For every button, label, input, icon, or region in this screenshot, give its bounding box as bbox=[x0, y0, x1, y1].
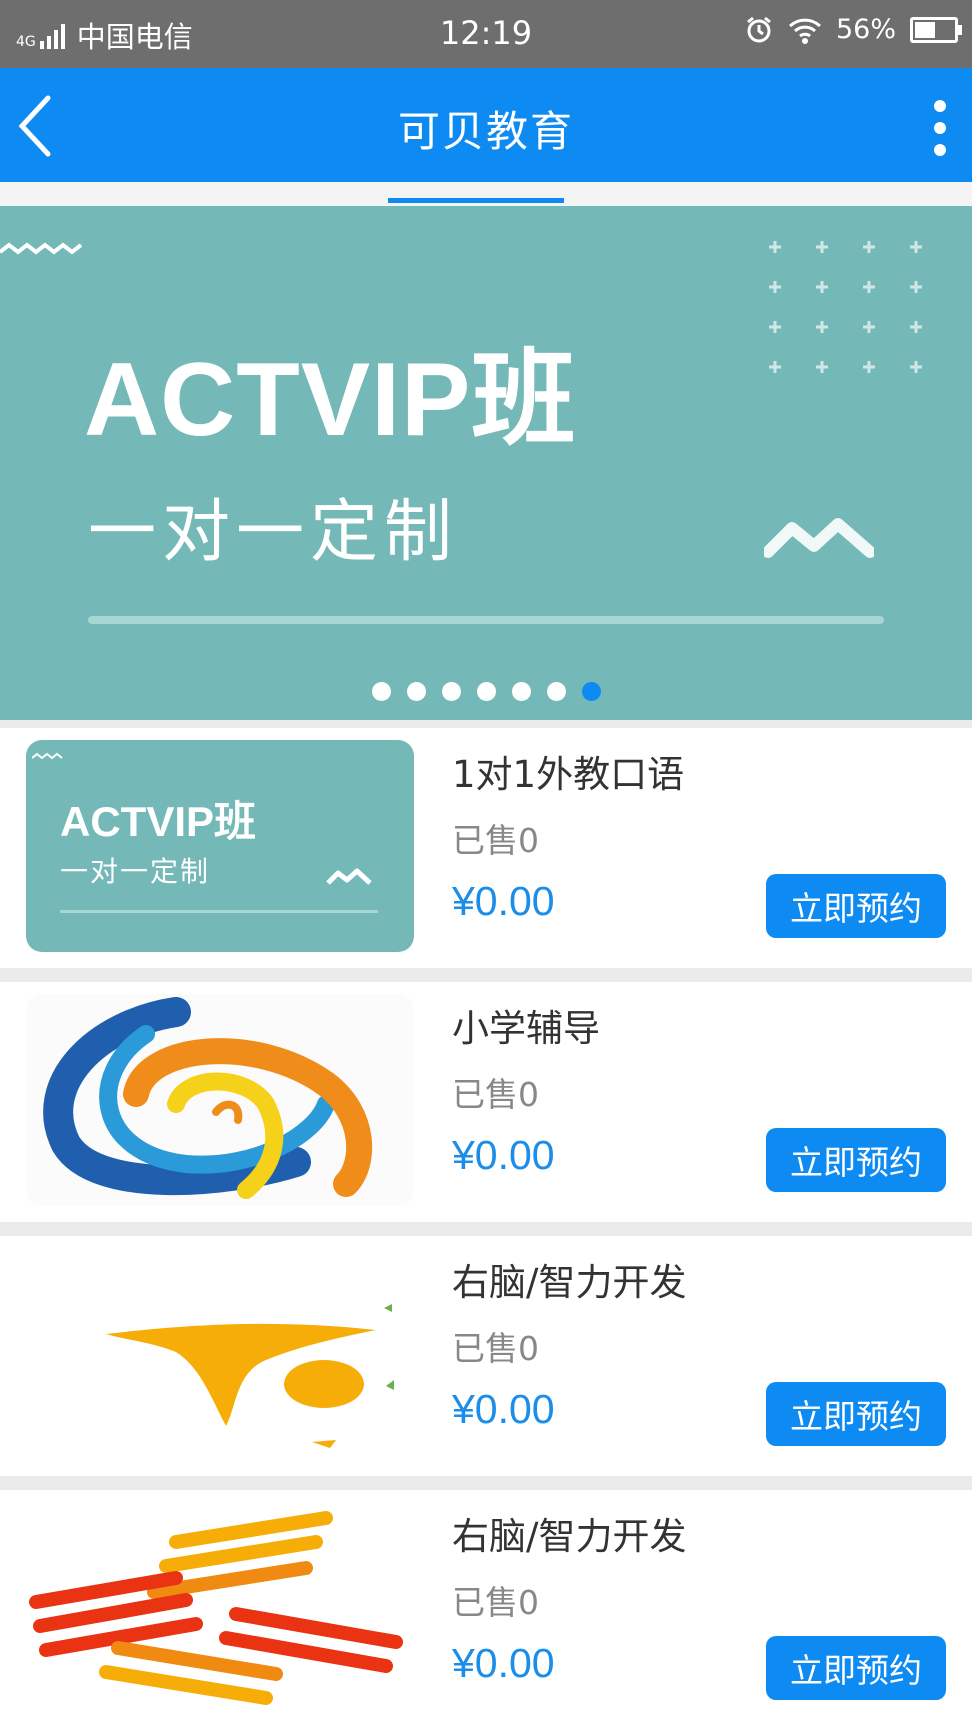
course-thumbnail bbox=[26, 994, 414, 1206]
course-price: ¥0.00 bbox=[452, 1132, 555, 1178]
sold-count: 已售0 bbox=[452, 821, 539, 860]
course-thumbnail: ACTVIP班 一对一定制 bbox=[26, 740, 414, 952]
plus-grid-decoration bbox=[769, 241, 922, 373]
battery-percent: 56% bbox=[835, 14, 896, 45]
carousel-dot[interactable] bbox=[371, 682, 391, 701]
plus-mark bbox=[816, 241, 828, 253]
carousel-dot[interactable] bbox=[511, 682, 531, 701]
thumbnail-headline: ACTVIP班 bbox=[60, 798, 257, 845]
sold-count: 已售0 bbox=[452, 1583, 539, 1622]
battery-icon bbox=[910, 16, 962, 43]
plus-mark bbox=[816, 321, 828, 333]
app-bar: 可贝教育 bbox=[0, 68, 972, 182]
sold-count: 已售0 bbox=[452, 1329, 539, 1368]
plus-mark bbox=[863, 361, 875, 373]
course-price: ¥0.00 bbox=[452, 1640, 555, 1686]
page-title: 可贝教育 bbox=[397, 107, 574, 156]
course-price: ¥0.00 bbox=[452, 1386, 555, 1432]
course-price: ¥0.00 bbox=[452, 878, 555, 924]
weave-logo bbox=[29, 1511, 403, 1705]
plus-mark bbox=[769, 241, 781, 253]
banner-carousel[interactable]: ACTVIP班 一对一定制 bbox=[0, 206, 972, 720]
course-card[interactable]: 右脑/智力开发 已售0 ¥0.00 立即预约 bbox=[0, 1490, 972, 1730]
status-bar: 4G 中国电信 12:19 56% bbox=[0, 0, 972, 68]
alarm-icon bbox=[747, 16, 771, 42]
course-name: 1对1外教口语 bbox=[452, 753, 685, 796]
banner-headline: ACTVIP班 bbox=[84, 342, 577, 458]
course-card[interactable]: ACTVIP班 一对一定制 1对1外教口语 已售0 ¥0.00 立即预约 bbox=[0, 728, 972, 968]
plus-mark bbox=[863, 241, 875, 253]
course-name: 小学辅导 bbox=[452, 1007, 600, 1050]
plus-mark bbox=[910, 321, 922, 333]
course-thumbnail bbox=[26, 1248, 414, 1460]
course-card[interactable]: 右脑/智力开发 已售0 ¥0.00 立即预约 bbox=[0, 1236, 972, 1476]
bird-logo bbox=[106, 1304, 394, 1448]
course-thumbnail bbox=[26, 1502, 414, 1714]
tab-indicator bbox=[388, 198, 564, 203]
course-name: 右脑/智力开发 bbox=[452, 1261, 687, 1304]
swirl-logo bbox=[43, 997, 373, 1199]
carousel-dots bbox=[0, 682, 972, 701]
plus-mark bbox=[769, 361, 781, 373]
book-now-button[interactable]: 立即预约 bbox=[766, 1636, 946, 1700]
plus-mark bbox=[910, 281, 922, 293]
carousel-dot[interactable] bbox=[476, 682, 496, 701]
book-now-button[interactable]: 立即预约 bbox=[766, 874, 946, 938]
sold-count: 已售0 bbox=[452, 1075, 539, 1114]
thumbnail-divider bbox=[60, 910, 378, 913]
banner-subtitle: 一对一定制 bbox=[88, 493, 459, 572]
thumbnail-subtitle: 一对一定制 bbox=[60, 855, 211, 888]
plus-mark bbox=[863, 321, 875, 333]
plus-mark bbox=[769, 281, 781, 293]
plus-mark bbox=[910, 361, 922, 373]
mountain-decoration bbox=[326, 868, 372, 885]
wave-decoration bbox=[32, 752, 63, 760]
course-name: 右脑/智力开发 bbox=[452, 1515, 687, 1558]
plus-mark bbox=[769, 321, 781, 333]
plus-mark bbox=[816, 361, 828, 373]
more-menu-icon[interactable] bbox=[928, 100, 952, 156]
mountain-decoration bbox=[764, 518, 874, 558]
carousel-dot[interactable] bbox=[441, 682, 461, 701]
carousel-dot[interactable] bbox=[546, 682, 566, 701]
carousel-dot[interactable] bbox=[581, 682, 601, 701]
tab-strip bbox=[0, 182, 972, 206]
book-now-button[interactable]: 立即预约 bbox=[766, 1382, 946, 1446]
plus-mark bbox=[863, 281, 875, 293]
wave-decoration bbox=[0, 242, 83, 255]
wifi-icon bbox=[788, 18, 822, 44]
plus-mark bbox=[910, 241, 922, 253]
banner-divider bbox=[88, 616, 884, 624]
course-card[interactable]: 小学辅导 已售0 ¥0.00 立即预约 bbox=[0, 982, 972, 1222]
plus-mark bbox=[816, 281, 828, 293]
book-now-button[interactable]: 立即预约 bbox=[766, 1128, 946, 1192]
carousel-dot[interactable] bbox=[406, 682, 426, 701]
